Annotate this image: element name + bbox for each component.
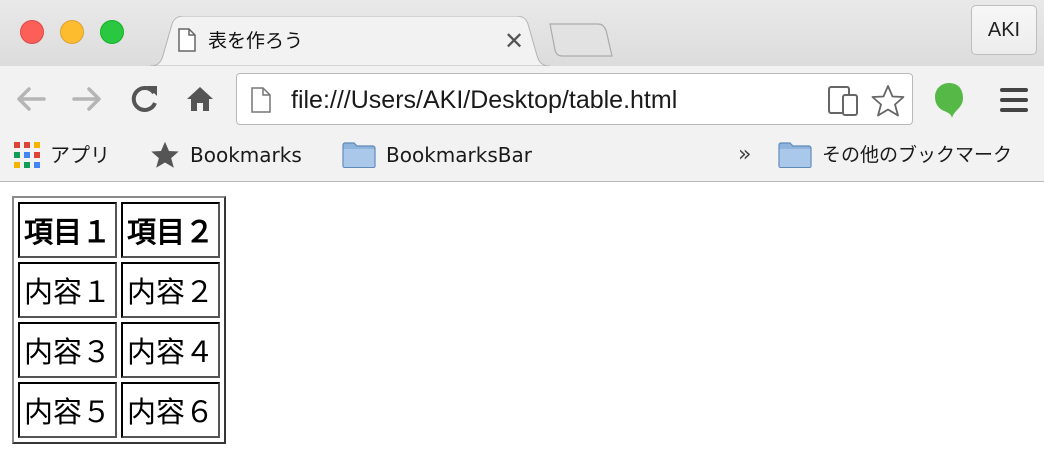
bookmark-label: BookmarksBar xyxy=(386,143,532,167)
folder-icon xyxy=(342,142,376,168)
menu-icon[interactable] xyxy=(998,86,1030,114)
table-cell: 内容１ xyxy=(18,262,118,318)
table-header-row: 項目１ 項目２ xyxy=(18,202,221,258)
minimize-window-button[interactable] xyxy=(60,20,84,44)
devices-icon[interactable] xyxy=(827,86,861,116)
bookmark-item-bookmarks[interactable]: Bookmarks xyxy=(150,140,302,170)
zoom-window-button[interactable] xyxy=(100,20,124,44)
star-icon xyxy=(151,141,179,168)
forward-arrow-icon[interactable] xyxy=(70,82,104,116)
toolbar: file:///Users/AKI/Desktop/table.html xyxy=(0,66,1044,132)
table-cell: 内容４ xyxy=(121,322,221,378)
back-arrow-icon[interactable] xyxy=(14,82,48,116)
table-cell: 内容２ xyxy=(121,262,221,318)
tab-strip: 表を作ろう ✕ AKI xyxy=(0,0,1044,66)
tab-close-button[interactable]: ✕ xyxy=(504,28,524,54)
evernote-icon[interactable] xyxy=(932,80,966,120)
table-cell: 内容６ xyxy=(121,382,221,438)
apps-grid-icon xyxy=(14,142,40,168)
bookmarks-overflow-button[interactable]: » xyxy=(738,140,751,170)
home-icon[interactable] xyxy=(183,82,217,116)
bookmark-other-label: その他のブックマーク xyxy=(822,144,1013,166)
table-header-cell: 項目１ xyxy=(18,202,118,258)
bookmark-apps-label: アプリ xyxy=(50,143,110,167)
browser-chrome: 表を作ろう ✕ AKI file:///Users/AKI/Desktop/ta… xyxy=(0,0,1044,182)
table-row: 内容３ 内容４ xyxy=(18,322,221,378)
bookmark-item-bookmarksbar[interactable]: BookmarksBar xyxy=(342,140,532,170)
table-cell: 内容３ xyxy=(18,322,118,378)
table-cell: 内容５ xyxy=(18,382,118,438)
url-text[interactable]: file:///Users/AKI/Desktop/table.html xyxy=(291,84,677,116)
tab-active[interactable]: 表を作ろう ✕ xyxy=(150,16,550,66)
bookmark-apps[interactable]: アプリ xyxy=(14,140,110,170)
table-row: 内容５ 内容６ xyxy=(18,382,221,438)
page-icon xyxy=(178,28,196,56)
page-content: 項目１ 項目２ 内容１ 内容２ 内容３ 内容４ 内容５ 内容６ xyxy=(0,182,1044,470)
page-icon xyxy=(251,87,271,117)
close-window-button[interactable] xyxy=(20,20,44,44)
bookmarks-bar: アプリ Bookmarks BookmarksBar » その他のブックマーク xyxy=(0,132,1044,182)
folder-icon xyxy=(778,142,812,168)
bookmark-label: Bookmarks xyxy=(190,143,302,167)
profile-button[interactable]: AKI xyxy=(971,5,1037,55)
table-row: 内容１ 内容２ xyxy=(18,262,221,318)
tab-title: 表を作ろう xyxy=(208,30,304,52)
reload-icon[interactable] xyxy=(127,82,161,116)
new-tab-button[interactable] xyxy=(548,22,614,58)
data-table: 項目１ 項目２ 内容１ 内容２ 内容３ 内容４ 内容５ 内容６ xyxy=(12,196,227,444)
star-icon[interactable] xyxy=(871,84,905,118)
table-header-cell: 項目２ xyxy=(121,202,221,258)
address-bar[interactable]: file:///Users/AKI/Desktop/table.html xyxy=(236,73,913,125)
bookmark-other[interactable]: その他のブックマーク xyxy=(778,140,1012,170)
